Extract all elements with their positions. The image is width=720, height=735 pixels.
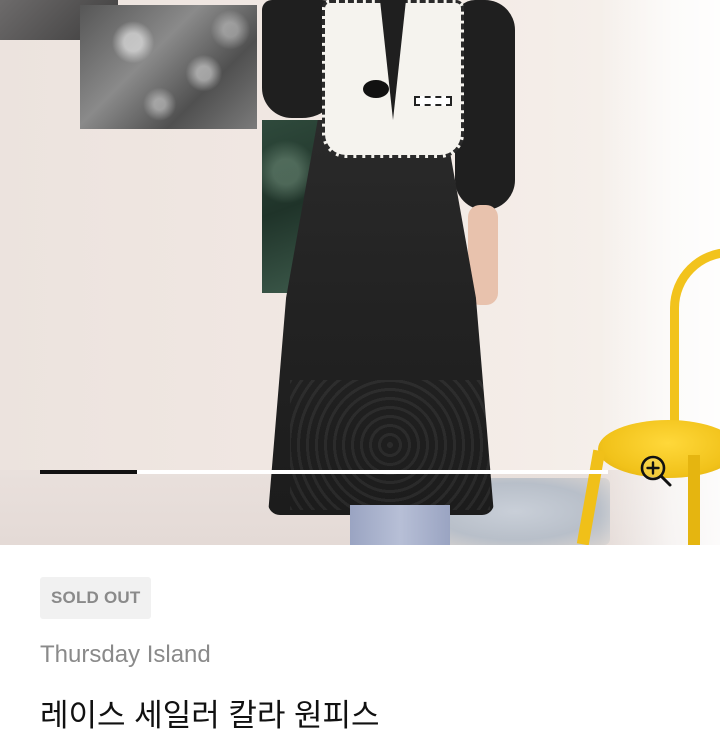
brand-name[interactable]: Thursday Island: [40, 641, 211, 669]
vest-pocket: [414, 96, 452, 106]
gallery-progress-fill: [40, 470, 137, 474]
gallery-progress-bar: [40, 470, 608, 474]
jeans: [350, 505, 450, 545]
status-badge: SOLD OUT: [40, 577, 152, 619]
zoom-in-icon: [640, 455, 672, 487]
right-sleeve: [455, 0, 515, 210]
chair-leg: [688, 455, 700, 545]
product-image[interactable]: [0, 0, 720, 545]
product-title: 레이스 세일러 칼라 원피스: [40, 698, 380, 733]
zoom-button[interactable]: [637, 452, 675, 490]
ribbon-bow: [363, 80, 389, 98]
lace-hem: [290, 380, 490, 510]
wall-photo-water: [80, 5, 257, 129]
